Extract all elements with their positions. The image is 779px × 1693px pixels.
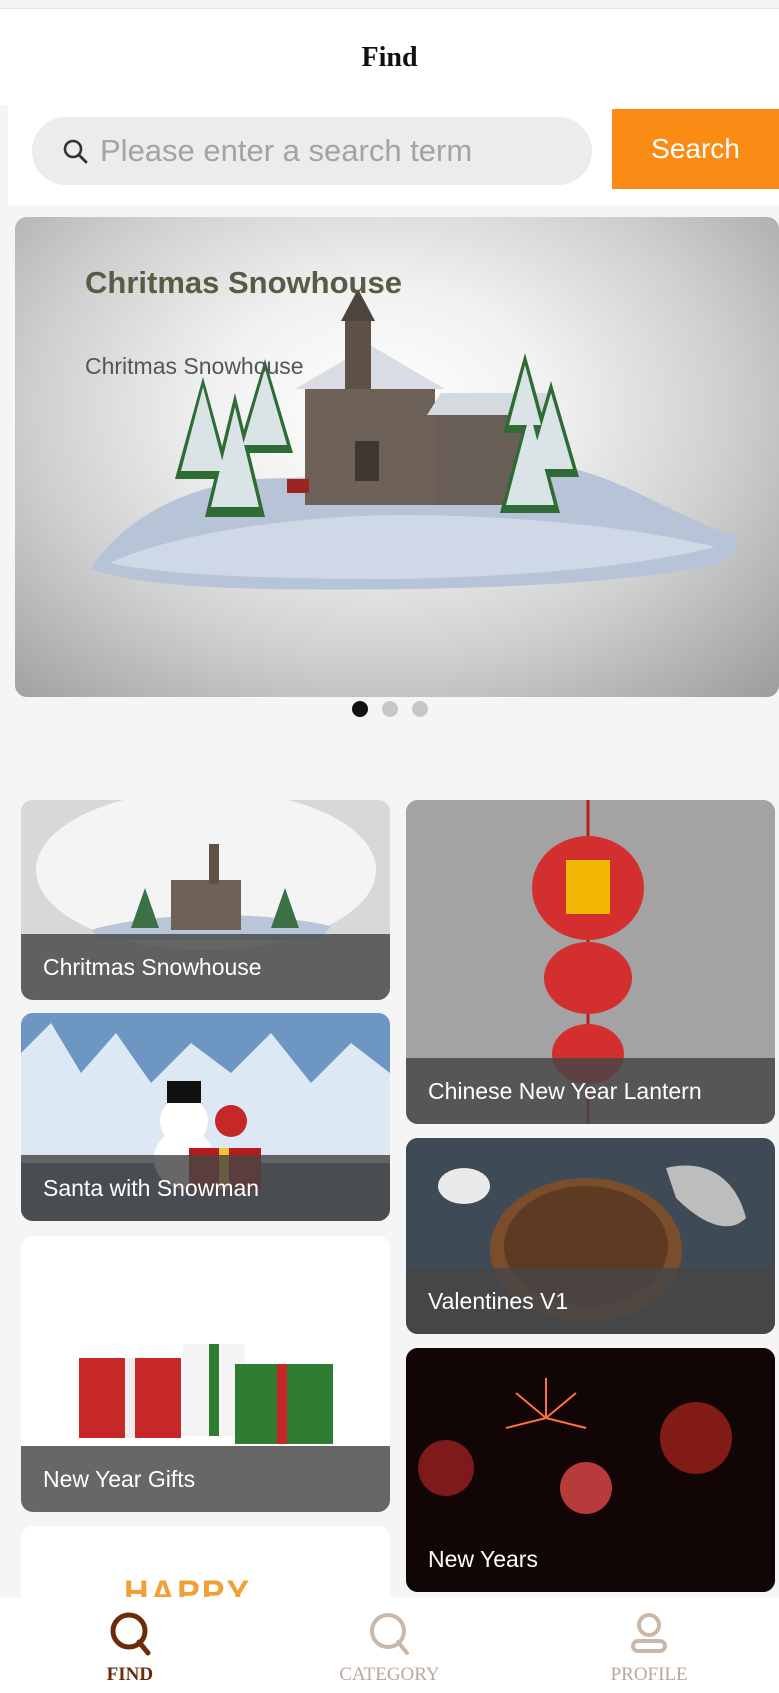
nav-label: FIND bbox=[106, 1664, 154, 1685]
nav-category[interactable]: CATEGORY bbox=[309, 1597, 469, 1693]
nav-label: PROFILE bbox=[610, 1664, 688, 1685]
model-card-title: Valentines V1 bbox=[406, 1268, 775, 1334]
model-card-title: Chinese New Year Lantern bbox=[406, 1058, 775, 1124]
carousel-indicator bbox=[0, 701, 779, 717]
nav-profile[interactable]: PROFILE bbox=[569, 1597, 729, 1693]
category-icon bbox=[370, 1613, 410, 1655]
featured-carousel[interactable]: Chritmas Snowhouse Chritmas Snowhouse bbox=[15, 217, 779, 697]
nav-label: CATEGORY bbox=[339, 1664, 440, 1685]
find-icon bbox=[110, 1612, 151, 1656]
model-card[interactable]: Valentines V1 bbox=[406, 1138, 775, 1334]
model-card-title: Santa with Snowman bbox=[21, 1155, 390, 1221]
model-card-title: New Year Gifts bbox=[21, 1446, 390, 1512]
profile-icon bbox=[631, 1613, 668, 1653]
search-icon bbox=[63, 139, 88, 164]
nav-find[interactable]: FIND bbox=[50, 1597, 210, 1693]
carousel-dot[interactable] bbox=[381, 701, 398, 717]
carousel-dot[interactable] bbox=[411, 701, 428, 717]
carousel-dot[interactable] bbox=[351, 701, 368, 717]
bottom-nav: FIND CATEGORY PROFILE bbox=[0, 1597, 779, 1693]
model-card-title: Chritmas Snowhouse bbox=[21, 934, 390, 1000]
search-field[interactable] bbox=[32, 117, 592, 185]
banner-title: Chritmas Snowhouse bbox=[85, 265, 402, 300]
page-title: Find bbox=[361, 42, 418, 73]
model-card-title: HAPPY bbox=[124, 1574, 252, 1597]
model-card[interactable]: New Years bbox=[406, 1348, 775, 1592]
header: Find bbox=[0, 9, 779, 105]
banner-subtitle: Chritmas Snowhouse bbox=[85, 353, 304, 379]
model-card[interactable]: Chritmas Snowhouse bbox=[21, 800, 390, 1000]
model-card-title: New Years bbox=[428, 1546, 538, 1572]
model-card[interactable]: Santa with Snowman bbox=[21, 1013, 390, 1221]
search-button[interactable]: Search bbox=[612, 109, 779, 189]
model-card[interactable]: HAPPY bbox=[21, 1526, 390, 1597]
search-input[interactable] bbox=[100, 133, 580, 169]
model-card[interactable]: New Year Gifts bbox=[21, 1236, 390, 1512]
model-card[interactable]: Chinese New Year Lantern bbox=[406, 800, 775, 1124]
